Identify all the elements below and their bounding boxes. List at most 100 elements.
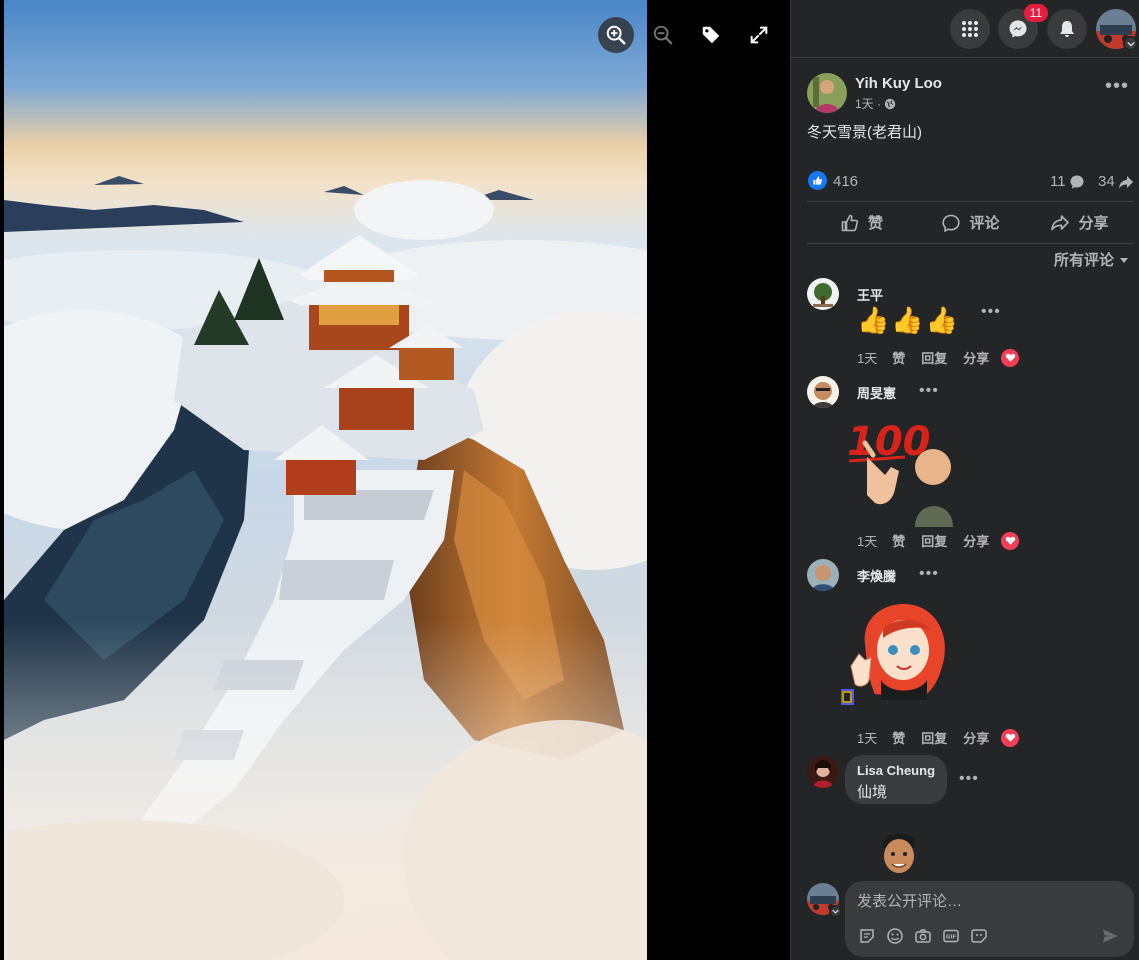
commenter-name[interactable]: 周旻憲 <box>857 383 896 402</box>
menu-button[interactable] <box>950 9 990 49</box>
comment-composer: GIF <box>845 881 1134 957</box>
comment-icon <box>942 214 961 232</box>
like-button-label: 赞 <box>867 215 883 232</box>
share-count[interactable]: 34 <box>1098 173 1134 190</box>
heart-reaction-icon[interactable] <box>1001 728 1020 747</box>
man-avatar-sticker-icon <box>883 833 915 873</box>
comment-like-link[interactable]: 赞 <box>892 728 905 747</box>
girl-thumbs-up-sticker-icon <box>840 603 945 705</box>
author-avatar[interactable] <box>807 73 847 113</box>
share-count-value: 34 <box>1098 173 1115 190</box>
author-name[interactable]: Yih Kuy Loo <box>855 75 942 92</box>
comment-actions: 1天 赞 回复 分享 <box>857 728 1020 747</box>
chevron-down-icon <box>829 905 842 918</box>
comment-sticker[interactable] <box>875 826 923 874</box>
thumbs-up-icon <box>841 214 859 231</box>
commenter-avatar[interactable] <box>807 559 839 591</box>
share-button-label: 分享 <box>1078 215 1109 232</box>
caret-down-icon <box>1120 257 1129 263</box>
send-button[interactable] <box>1100 926 1120 946</box>
comment-options-button[interactable]: ••• <box>959 771 979 787</box>
comment-like-link[interactable]: 赞 <box>892 348 905 367</box>
post-actions-bar: 赞 评论 分享 <box>807 201 1134 244</box>
post-photo[interactable] <box>4 0 647 960</box>
post-options-button[interactable]: ••• <box>1101 76 1133 104</box>
post-text: 冬天雪景(老君山) <box>807 124 922 141</box>
commenter-name[interactable]: Lisa Cheung <box>857 763 935 778</box>
snowy-temple-photo <box>4 0 647 960</box>
comment-bubble-icon <box>1070 175 1084 188</box>
commenter-avatar[interactable] <box>807 376 839 408</box>
photo-button[interactable] <box>913 926 933 946</box>
comment-time[interactable]: 1天 <box>857 728 877 747</box>
composer-avatar[interactable] <box>807 883 842 918</box>
fullscreen-button[interactable] <box>741 17 777 53</box>
sticker-button[interactable] <box>857 926 877 946</box>
avatar-sticker-button[interactable] <box>969 926 989 946</box>
comment-time[interactable]: 1天 <box>857 348 877 367</box>
avatar-sticker-icon <box>971 929 987 943</box>
tag-photo-button[interactable] <box>693 17 729 53</box>
chevron-down-icon <box>1123 36 1138 51</box>
emoji-button[interactable] <box>885 926 905 946</box>
comment-actions: 1天 赞 回复 分享 <box>857 348 1020 367</box>
comment-options-button[interactable]: ••• <box>981 304 1001 320</box>
comment-sort-dropdown[interactable]: 所有评论 <box>1054 249 1129 270</box>
send-icon <box>1103 929 1118 943</box>
zoom-out-button[interactable] <box>645 17 681 53</box>
gif-button[interactable]: GIF <box>941 926 961 946</box>
comment-reply-link[interactable]: 回复 <box>921 348 947 367</box>
commenter-avatar[interactable] <box>807 756 839 788</box>
menu-grid-icon <box>962 21 978 37</box>
comment-input[interactable] <box>857 890 1117 912</box>
photo-viewer <box>0 0 790 960</box>
heart-reaction-icon[interactable] <box>1001 348 1020 367</box>
comment-time[interactable]: 1天 <box>857 531 877 550</box>
comment-emoji-content: 👍👍👍 <box>857 305 961 335</box>
messenger-icon <box>1009 20 1027 38</box>
comment-options-button[interactable]: ••• <box>919 566 939 582</box>
comment-text: 仙境 <box>857 784 888 801</box>
tag-icon <box>702 26 720 44</box>
comment-like-link[interactable]: 赞 <box>892 531 905 550</box>
comment-options-button[interactable]: ••• <box>919 383 939 399</box>
comment-sort-label: 所有评论 <box>1054 252 1115 269</box>
comment-share-link[interactable]: 分享 <box>963 728 989 747</box>
100-sticker-icon: 100 <box>847 419 953 527</box>
share-button[interactable]: 分享 <box>1025 202 1134 243</box>
fullscreen-icon <box>750 26 768 44</box>
bell-icon <box>1060 21 1074 37</box>
commenter-name[interactable]: 王平 <box>857 285 883 304</box>
comment-share-link[interactable]: 分享 <box>963 348 989 367</box>
share-arrow-icon <box>1118 175 1133 188</box>
gif-icon: GIF <box>943 929 959 943</box>
share-icon <box>1051 214 1070 230</box>
post-time[interactable]: 1天 · <box>855 95 881 112</box>
top-navigation: 11 <box>791 0 1139 58</box>
zoom-in-button[interactable] <box>598 17 634 53</box>
heart-reaction-icon[interactable] <box>1001 531 1020 550</box>
camera-icon <box>915 929 931 943</box>
like-count[interactable]: 416 <box>833 173 858 190</box>
comment-reply-link[interactable]: 回复 <box>921 728 947 747</box>
notifications-button[interactable] <box>1047 9 1087 49</box>
comment-button[interactable]: 评论 <box>916 202 1025 243</box>
comment-sticker[interactable]: 100 <box>845 405 957 527</box>
commenter-name[interactable]: 李煥騰 <box>857 566 896 585</box>
comment-count-value: 11 <box>1050 173 1066 190</box>
comment-share-link[interactable]: 分享 <box>963 531 989 550</box>
comment-bubble: Lisa Cheung 仙境 <box>845 755 947 804</box>
comment-reply-link[interactable]: 回复 <box>921 531 947 550</box>
comment-button-label: 评论 <box>969 215 1000 232</box>
comment-sticker[interactable] <box>840 594 961 714</box>
like-reaction-icon[interactable] <box>808 171 827 190</box>
comment-actions: 1天 赞 回复 分享 <box>857 531 1020 550</box>
messenger-unread-badge: 11 <box>1024 4 1048 22</box>
account-menu-button[interactable] <box>1096 9 1138 51</box>
commenter-avatar[interactable] <box>807 278 839 310</box>
globe-icon <box>884 98 896 109</box>
emoji-icon <box>887 928 903 944</box>
like-button[interactable]: 赞 <box>807 202 916 243</box>
svg-text:GIF: GIF <box>946 935 957 941</box>
comment-count[interactable]: 11 <box>1050 173 1085 190</box>
